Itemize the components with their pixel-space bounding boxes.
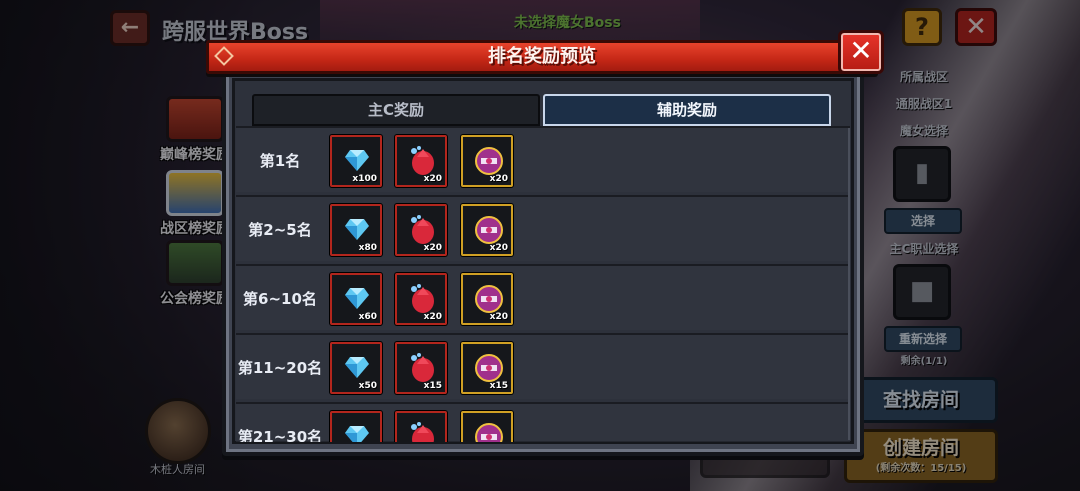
reward-quantity: x50	[358, 381, 377, 391]
reward-diamond[interactable]: x100	[330, 135, 382, 187]
reward-rows[interactable]: 第1名 x100 x20 x20 第2~5名 x80 x20 x20 第6~10…	[236, 126, 850, 442]
red-crystal-icon	[411, 146, 434, 175]
diamond-icon	[345, 219, 369, 240]
red-crystal-icon	[411, 284, 434, 313]
reward-diamond[interactable]: x80	[330, 204, 382, 256]
reward-quantity: x20	[489, 312, 508, 322]
red-crystal-icon	[411, 422, 434, 442]
reward-quantity: x20	[423, 243, 442, 253]
rank-label: 第21~30名	[237, 428, 323, 442]
reward-quantity: x20	[423, 312, 442, 322]
rank-label: 第2~5名	[248, 221, 312, 239]
close-icon: ✕	[849, 34, 873, 67]
purple-orb-icon	[475, 147, 503, 175]
tab-assist-reward[interactable]: 辅助奖励	[543, 94, 831, 126]
reward-diamond[interactable]: x50	[330, 342, 382, 394]
reward-diamond[interactable]	[330, 411, 382, 442]
rank-label: 第1名	[259, 152, 301, 170]
reward-quantity: x15	[423, 381, 442, 391]
reward-row: 第1名 x100 x20 x20	[236, 126, 850, 192]
reward-purple-orb[interactable]: x20	[461, 135, 513, 187]
reward-red-crystal[interactable]: x20	[395, 204, 447, 256]
reward-purple-orb[interactable]: x20	[461, 273, 513, 325]
reward-row: 第11~20名 x50 x15 x15	[236, 333, 850, 399]
reward-red-crystal[interactable]	[395, 411, 447, 442]
reward-quantity: x15	[489, 381, 508, 391]
purple-orb-icon	[475, 285, 503, 313]
reward-quantity: x20	[423, 174, 442, 184]
reward-quantity: x20	[489, 174, 508, 184]
reward-row: 第2~5名 x80 x20 x20	[236, 195, 850, 261]
diamond-icon	[345, 288, 369, 309]
rank-label: 第6~10名	[243, 290, 317, 308]
reward-diamond[interactable]: x60	[330, 273, 382, 325]
reward-quantity: x20	[489, 243, 508, 253]
diamond-icon	[345, 426, 369, 442]
reward-purple-orb[interactable]: x20	[461, 204, 513, 256]
tab-main-c-reward[interactable]: 主C奖励	[252, 94, 540, 126]
scrollbar[interactable]	[848, 128, 850, 440]
red-crystal-icon	[411, 215, 434, 244]
diamond-icon	[345, 150, 369, 171]
reward-red-crystal[interactable]: x20	[395, 273, 447, 325]
purple-orb-icon	[475, 423, 503, 442]
modal-title: 排名奖励预览	[488, 46, 596, 67]
reward-row: 第6~10名 x60 x20 x20	[236, 264, 850, 330]
purple-orb-icon	[475, 354, 503, 382]
diamond-icon	[345, 357, 369, 378]
modal-close-button[interactable]: ✕	[838, 30, 884, 74]
reward-purple-orb[interactable]: x15	[461, 342, 513, 394]
purple-orb-icon	[475, 216, 503, 244]
reward-quantity: x60	[358, 312, 377, 322]
reward-purple-orb[interactable]	[461, 411, 513, 442]
reward-quantity: x100	[352, 174, 377, 184]
rank-label: 第11~20名	[237, 359, 323, 377]
red-crystal-icon	[411, 353, 434, 382]
modal-header: 排名奖励预览	[206, 40, 878, 74]
reward-red-crystal[interactable]: x15	[395, 342, 447, 394]
reward-row: 第21~30名	[236, 402, 850, 442]
reward-quantity: x80	[358, 243, 377, 253]
reward-red-crystal[interactable]: x20	[395, 135, 447, 187]
